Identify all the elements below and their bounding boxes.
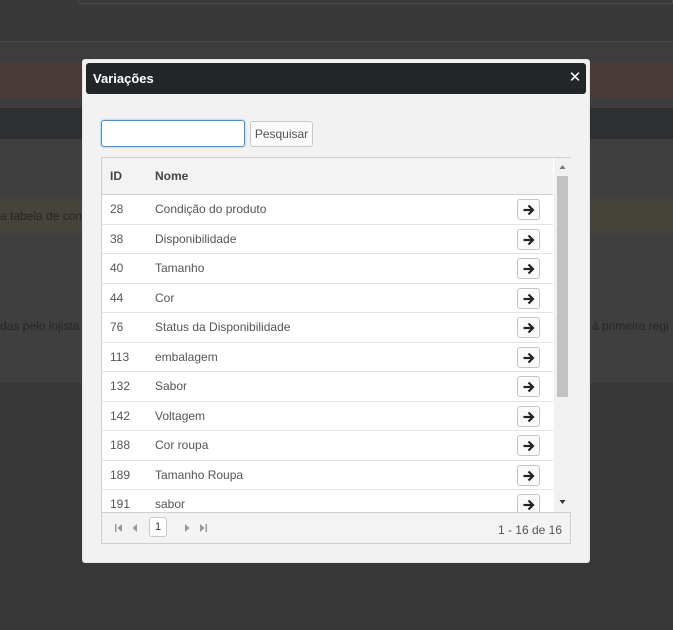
arrow-right-icon [523, 234, 535, 245]
cell-name: Cor [155, 290, 175, 305]
pager-info: 1 - 16 de 16 [497, 523, 562, 537]
background-divider [0, 41, 673, 42]
cell-id: 189 [110, 467, 131, 482]
table-row[interactable]: 188 Cor roupa [102, 431, 553, 461]
next-page-icon[interactable] [182, 523, 192, 533]
select-row-button[interactable] [517, 494, 540, 512]
cell-id: 38 [110, 231, 124, 246]
arrow-right-icon [523, 411, 535, 422]
cell-id: 40 [110, 261, 124, 275]
column-header-name[interactable]: Nome [155, 169, 188, 183]
select-row-button[interactable] [517, 199, 540, 220]
arrow-right-icon [523, 293, 535, 304]
cell-id: 132 [110, 379, 131, 393]
first-page-icon[interactable] [114, 523, 124, 533]
cell-id: 191 [110, 497, 131, 511]
cell-name: Voltagem [155, 408, 206, 423]
table-row[interactable]: 191 sabor [102, 490, 553, 512]
dialog-header: Variações ✕ [86, 63, 586, 94]
table-row[interactable]: 38 Disponibilidade [102, 224, 553, 254]
select-row-button[interactable] [517, 405, 540, 427]
select-row-button[interactable] [517, 464, 540, 486]
cell-name: Status da Disponibilidade [155, 320, 291, 334]
variations-grid: ID Nome 28 Condição do produto 38 Disponibi… [101, 157, 571, 544]
page-number-current[interactable]: 1 [149, 517, 167, 537]
select-row-button[interactable] [517, 287, 540, 309]
select-row-button[interactable] [517, 228, 540, 250]
arrow-right-icon [523, 263, 535, 275]
cell-name: Tamanho Roupa [155, 467, 244, 482]
table-row[interactable]: 76 Status da Disponibilidade [102, 313, 553, 343]
cell-name: sabor [155, 497, 186, 511]
arrow-right-icon [523, 470, 535, 481]
arrow-right-icon [523, 204, 535, 216]
select-row-button[interactable] [517, 317, 540, 338]
scrollbar-thumb[interactable] [557, 176, 568, 397]
arrow-right-icon [523, 352, 535, 363]
cell-name: Tamanho [155, 261, 205, 275]
close-icon[interactable]: ✕ [567, 68, 583, 86]
cell-name: Condição do produto [155, 202, 267, 216]
background-text: das pelo lojista [0, 319, 80, 333]
previous-page-icon[interactable] [130, 523, 140, 533]
select-row-button[interactable] [517, 346, 540, 368]
arrow-right-icon [523, 440, 535, 452]
select-row-button[interactable] [517, 435, 540, 456]
select-row-button[interactable] [517, 376, 540, 397]
scroll-down-icon[interactable] [554, 495, 571, 509]
cell-id: 76 [110, 320, 124, 334]
arrow-right-icon [523, 381, 535, 393]
table-row[interactable]: 28 Condição do produto [102, 195, 553, 225]
cell-id: 28 [110, 202, 124, 216]
grid-body: 28 Condição do produto 38 Disponibilidade 40… [102, 195, 553, 512]
column-header-id[interactable]: ID [110, 169, 122, 183]
table-row[interactable]: 142 Voltagem [102, 401, 553, 431]
vertical-scrollbar[interactable] [554, 158, 571, 512]
table-row[interactable]: 113 embalagem [102, 342, 553, 372]
cell-id: 44 [110, 290, 124, 305]
cell-name: Sabor [155, 379, 188, 393]
table-row[interactable]: 132 Sabor [102, 372, 553, 402]
background-text: á primeira regi [592, 319, 669, 333]
arrow-right-icon [523, 322, 535, 334]
table-row[interactable]: 44 Cor [102, 283, 553, 313]
table-row[interactable]: 189 Tamanho Roupa [102, 460, 553, 490]
search-input[interactable] [101, 120, 245, 147]
table-row[interactable]: 40 Tamanho [102, 254, 553, 284]
cell-name: embalagem [155, 349, 218, 364]
grid-header: ID Nome [102, 158, 553, 195]
cell-id: 113 [110, 349, 130, 364]
cell-id: 188 [110, 438, 131, 452]
background-topbar [0, 0, 673, 41]
background-text: a tabela de con [0, 209, 83, 223]
cell-name: Cor roupa [155, 438, 209, 452]
cell-id: 142 [110, 408, 131, 423]
select-row-button[interactable] [517, 258, 540, 279]
variations-dialog: Variações ✕ Pesquisar ID Nome 28 Condição… [82, 59, 590, 563]
search-button[interactable]: Pesquisar [250, 121, 313, 147]
scroll-up-icon[interactable] [554, 160, 571, 174]
cell-name: Disponibilidade [155, 231, 237, 246]
last-page-icon[interactable] [198, 523, 208, 533]
dialog-title: Variações [93, 71, 154, 86]
arrow-right-icon [523, 499, 535, 511]
grid-pager: 1 1 - 16 de 16 [102, 512, 570, 543]
